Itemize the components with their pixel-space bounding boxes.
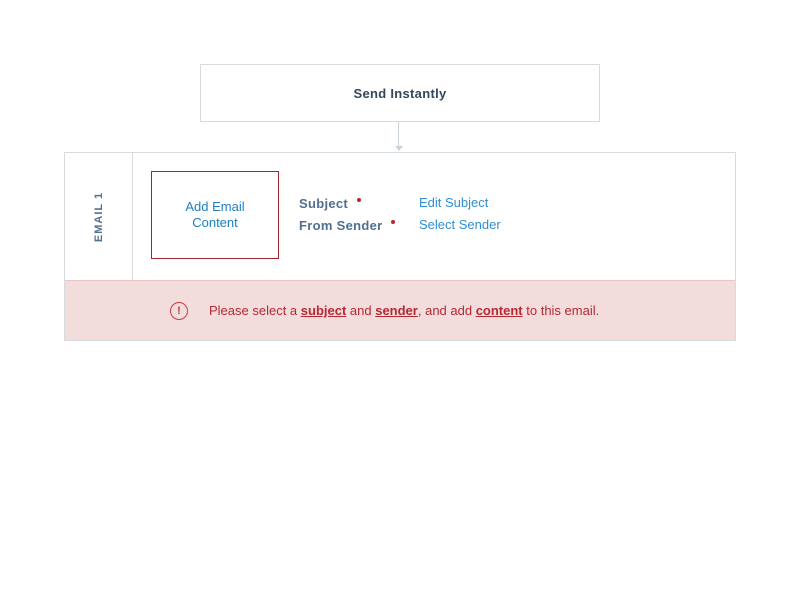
- email-step-body: EMAIL 1 Add Email Content Subject Edit S…: [65, 153, 735, 280]
- sender-field-row: From Sender: [299, 216, 396, 234]
- error-subject-link[interactable]: subject: [301, 303, 347, 318]
- error-sender-link[interactable]: sender: [375, 303, 418, 318]
- validation-error-banner: ! Please select a subject and sender, an…: [65, 280, 735, 340]
- email-step-card: EMAIL 1 Add Email Content Subject Edit S…: [64, 152, 736, 341]
- subject-field-row: Subject: [299, 194, 362, 212]
- add-email-content-button[interactable]: Add Email Content: [151, 171, 279, 259]
- select-sender-link[interactable]: Select Sender: [419, 216, 501, 234]
- trigger-label: Send Instantly: [353, 85, 447, 101]
- validation-error-message: Please select a subject and sender, and …: [209, 302, 599, 320]
- edit-subject-link[interactable]: Edit Subject: [419, 194, 488, 212]
- error-and: and: [346, 303, 376, 318]
- from-sender-label: From Sender: [299, 217, 383, 233]
- error-suffix: to this email.: [522, 303, 600, 318]
- send-instantly-trigger[interactable]: Send Instantly: [200, 64, 600, 122]
- required-indicator-icon: [357, 198, 362, 202]
- connector-line: [398, 122, 399, 147]
- connector-arrow-icon: [395, 146, 403, 151]
- add-email-content-label: Add Email Content: [185, 199, 245, 230]
- required-indicator-icon: [391, 220, 396, 224]
- error-middle: , and add: [417, 303, 476, 318]
- email-step-label: EMAIL 1: [93, 191, 105, 243]
- email-label-column: EMAIL 1: [65, 153, 133, 280]
- error-content-link[interactable]: content: [476, 303, 523, 318]
- alert-circle-icon: !: [170, 302, 188, 320]
- subject-label: Subject: [299, 195, 349, 211]
- error-prefix: Please select a: [209, 303, 301, 318]
